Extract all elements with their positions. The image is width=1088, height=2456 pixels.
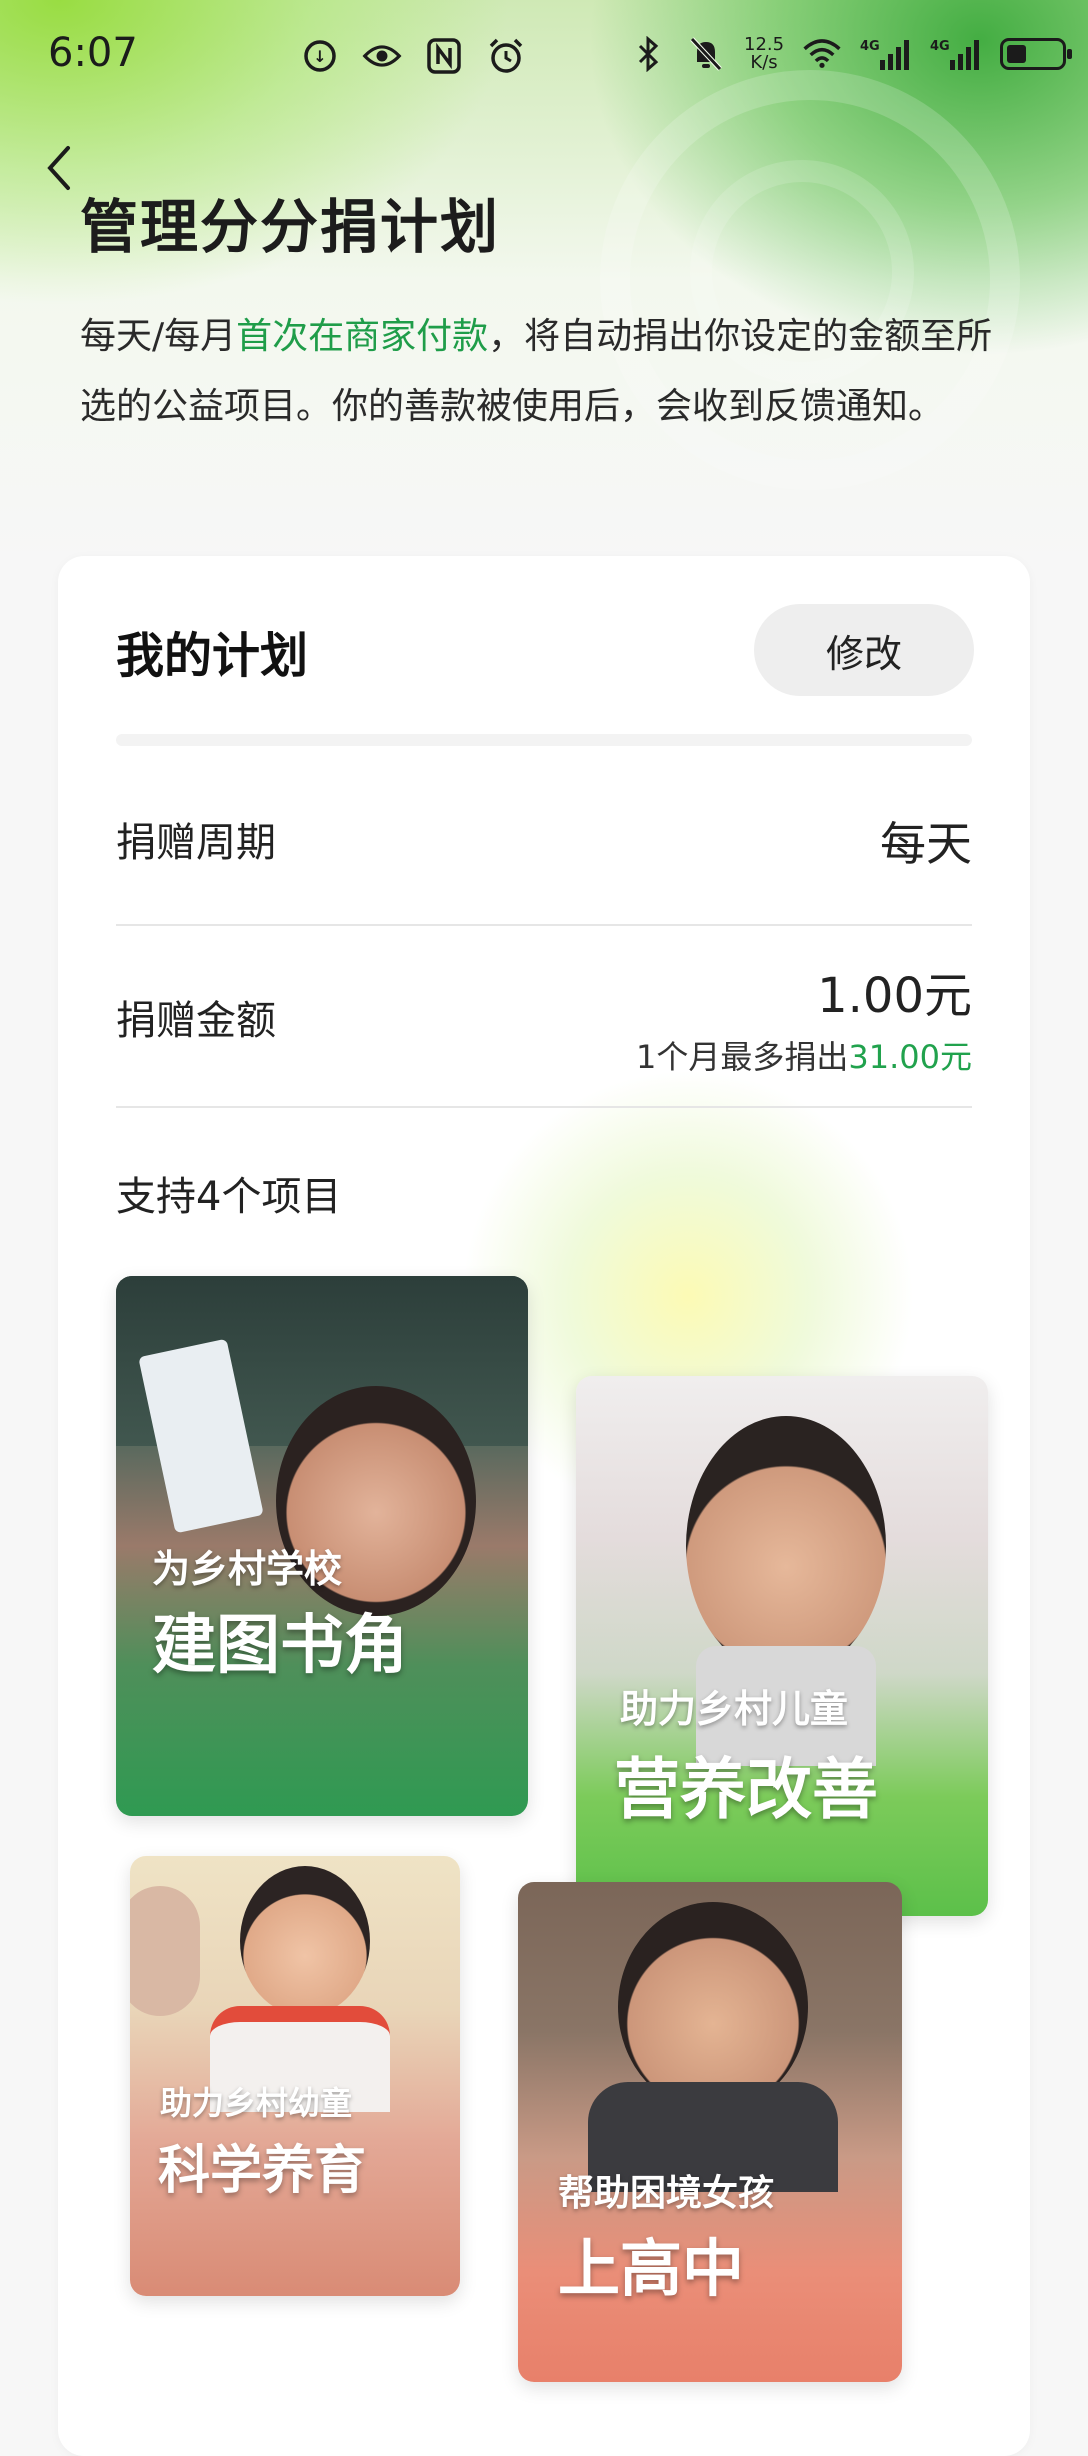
project-card-girls-school[interactable]: 帮助困境女孩 上高中: [518, 1882, 902, 2382]
project-card-nutrition[interactable]: 助力乡村儿童 营养改善: [576, 1376, 988, 1916]
wifi-icon: [802, 34, 842, 74]
divider: [116, 1106, 972, 1108]
plan-title: 我的计划: [116, 628, 309, 684]
mute-icon: [686, 34, 726, 74]
support-count: 支持4个项目: [116, 1174, 342, 1220]
edit-plan-button[interactable]: 修改: [754, 604, 974, 696]
eye-icon: [362, 36, 402, 76]
project-title: 上高中: [558, 2232, 745, 2305]
monthly-max: 1个月最多捐出31.00元: [636, 1032, 972, 1078]
bluetooth-icon: [628, 34, 668, 74]
divider: [116, 924, 972, 926]
status-bar: 6:07 ↓ 12.5 K/s 4G 4G: [0, 0, 1088, 110]
project-subtitle: 助力乡村幼童: [160, 2084, 353, 2122]
svg-text:4G: 4G: [860, 39, 880, 54]
signal-icon: 4G: [930, 34, 982, 74]
project-title: 建图书角: [152, 1609, 408, 1683]
description-highlight: 首次在商家付款: [236, 316, 489, 357]
battery-icon: [1000, 38, 1073, 70]
project-subtitle: 帮助困境女孩: [558, 2173, 775, 2214]
period-label: 捐赠周期: [116, 820, 276, 866]
amount-label: 捐赠金额: [116, 998, 276, 1044]
divider: [116, 734, 972, 746]
status-icons-right: 12.5 K/s 4G 4G: [628, 34, 1073, 74]
status-icons-left: ↓: [300, 36, 526, 76]
project-subtitle: 为乡村学校: [152, 1547, 343, 1591]
alarm-icon: [486, 36, 526, 76]
monthly-max-value: 31.00元: [848, 1038, 972, 1076]
monthly-max-prefix: 1个月最多捐出: [636, 1038, 849, 1076]
net-speed: 12.5 K/s: [744, 34, 785, 73]
back-button[interactable]: [40, 140, 84, 200]
page-title: 管理分分捐计划: [80, 193, 501, 261]
data-saver-icon: ↓: [300, 36, 340, 76]
svg-text:↓: ↓: [313, 47, 326, 66]
project-subtitle: 助力乡村儿童: [620, 1687, 849, 1731]
project-image: [240, 1866, 370, 2016]
project-title: 科学养育: [158, 2141, 367, 2201]
project-image: [618, 1902, 808, 2112]
project-title: 营养改善: [614, 1751, 878, 1828]
signal-icon: 4G: [860, 34, 912, 74]
project-image: [686, 1416, 886, 1676]
page-description: 每天/每月首次在商家付款，将自动捐出你设定的金额至所选的公益项目。你的善款被使用…: [80, 302, 1010, 442]
description-text: 每天/每月: [80, 316, 237, 357]
chevron-left-icon: [47, 146, 70, 190]
svg-text:4G: 4G: [930, 39, 950, 54]
project-card-parenting[interactable]: 助力乡村幼童 科学养育: [130, 1856, 460, 2296]
period-value: 每天: [880, 817, 972, 871]
status-time: 6:07: [48, 30, 138, 76]
plan-card: 我的计划 修改 捐赠周期 每天 捐赠金额 1.00元 1个月最多捐出31.00元…: [58, 556, 1030, 2456]
project-card-library[interactable]: 为乡村学校 建图书角: [116, 1276, 528, 1816]
project-image: [130, 1886, 200, 2016]
nfc-icon: [424, 36, 464, 76]
amount-value: 1.00元: [817, 968, 972, 1024]
